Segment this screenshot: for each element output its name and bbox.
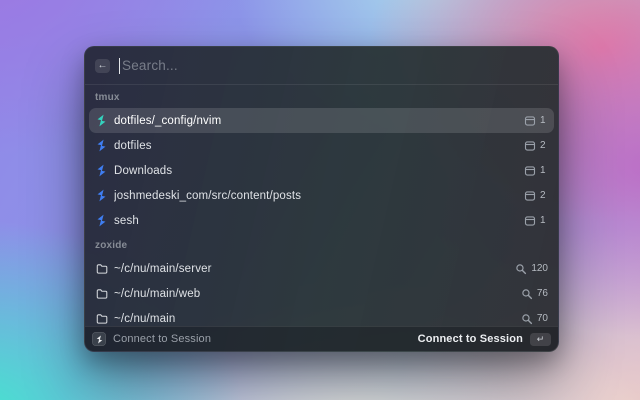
- text-cursor: [119, 58, 120, 74]
- item-count: 76: [537, 288, 548, 299]
- arrow-left-icon: ←: [98, 59, 108, 73]
- list-item[interactable]: Downloads 1: [89, 158, 554, 183]
- search-bar: ← Search...: [85, 47, 558, 85]
- window-icon: [524, 140, 536, 152]
- list-item[interactable]: dotfiles 2: [89, 133, 554, 158]
- folder-icon: [95, 312, 108, 325]
- desktop-background: ← Search... tmuxdotfiles/_config/nvim1do…: [0, 0, 640, 400]
- primary-action[interactable]: Connect to Session ↵: [418, 333, 551, 346]
- item-count: 120: [531, 263, 548, 274]
- sesh-logo-icon: [92, 332, 106, 346]
- bolt-icon: [95, 214, 108, 227]
- bolt-icon: [95, 164, 108, 177]
- item-accessory: 2: [524, 140, 548, 152]
- item-accessory: 1: [524, 115, 548, 127]
- search-input[interactable]: Search...: [122, 58, 178, 73]
- list-item[interactable]: dotfiles/_config/nvim 1: [89, 108, 554, 133]
- item-count: 2: [540, 190, 548, 201]
- section-header-tmux: tmux: [89, 85, 554, 108]
- item-accessory: 2: [524, 190, 548, 202]
- item-count: 1: [540, 165, 548, 176]
- item-accessory: 1: [524, 215, 548, 227]
- footer-app-label: Connect to Session: [113, 333, 211, 345]
- magnifier-icon: [521, 288, 533, 300]
- return-glyph: ↵: [537, 334, 545, 345]
- item-count: 1: [540, 115, 548, 126]
- list-item-label: Downloads: [114, 165, 172, 177]
- window-icon: [524, 215, 536, 227]
- item-accessory: 120: [515, 263, 548, 275]
- folder-icon: [95, 262, 108, 275]
- list-item[interactable]: sesh 1: [89, 208, 554, 233]
- magnifier-icon: [515, 263, 527, 275]
- magnifier-icon: [521, 313, 533, 325]
- item-accessory: 1: [524, 165, 548, 177]
- list-item[interactable]: ~/c/nu/main/server 120: [89, 256, 554, 281]
- section-header-zoxide: zoxide: [89, 233, 554, 256]
- list-item-label: ~/c/nu/main/server: [114, 263, 212, 275]
- primary-action-label[interactable]: Connect to Session: [418, 333, 523, 345]
- item-accessory: 76: [521, 288, 548, 300]
- sesh-launcher-window: ← Search... tmuxdotfiles/_config/nvim1do…: [84, 46, 559, 352]
- list-item[interactable]: ~/c/nu/main/web 76: [89, 281, 554, 306]
- enter-key-icon: ↵: [530, 333, 551, 346]
- back-button[interactable]: ←: [95, 59, 110, 73]
- window-icon: [524, 190, 536, 202]
- window-icon: [524, 115, 536, 127]
- bolt-icon: [95, 189, 108, 202]
- list-item-label: joshmedeski_com/src/content/posts: [114, 190, 301, 202]
- list-item-label: ~/c/nu/main: [114, 313, 175, 325]
- item-count: 70: [537, 313, 548, 324]
- list-item-label: sesh: [114, 215, 139, 227]
- item-accessory: 70: [521, 313, 548, 325]
- item-count: 1: [540, 215, 548, 226]
- list-item-label: dotfiles/_config/nvim: [114, 115, 221, 127]
- item-count: 2: [540, 140, 548, 151]
- list-item-label: ~/c/nu/main/web: [114, 288, 200, 300]
- list-item-label: dotfiles: [114, 140, 152, 152]
- list-item[interactable]: ~/c/nu/main 70: [89, 306, 554, 326]
- list-item[interactable]: joshmedeski_com/src/content/posts 2: [89, 183, 554, 208]
- bolt-icon: [95, 139, 108, 152]
- bolt-icon: [95, 114, 108, 127]
- folder-icon: [95, 287, 108, 300]
- action-bar: Connect to Session Connect to Session ↵: [85, 326, 558, 351]
- window-icon: [524, 165, 536, 177]
- results-list: tmux dotfiles/_config/nvim 1 dotfiles 2 Downl…: [85, 85, 558, 326]
